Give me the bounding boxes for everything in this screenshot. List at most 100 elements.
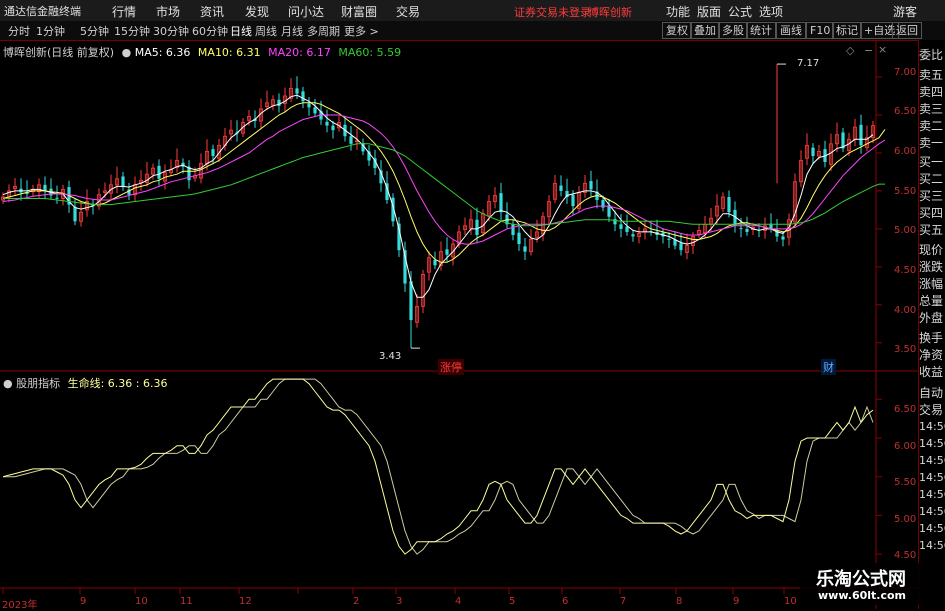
quote-sell1: 卖一 — [919, 136, 944, 150]
button-tongji[interactable]: 统计 — [746, 22, 776, 39]
period-fenshi[interactable]: 分时 — [8, 23, 30, 39]
candle-body — [55, 197, 59, 199]
candle-body — [121, 176, 125, 188]
y-tick-sub: 5.00 — [894, 514, 917, 525]
candle-body — [349, 136, 353, 144]
y-tick-main: 6.00 — [894, 146, 917, 157]
y-tick-main: 3.50 — [894, 344, 917, 355]
button-biaoji[interactable]: 标记 — [832, 22, 862, 39]
x-tick: 12 — [239, 596, 252, 607]
button-f10[interactable]: F10 — [806, 22, 835, 39]
x-tick: 4 — [455, 596, 462, 607]
lifeline-lag — [3, 378, 874, 555]
candle-body — [73, 206, 77, 222]
candle-body — [571, 194, 575, 207]
y-tick-sub: 6.50 — [894, 404, 917, 415]
candle-body — [667, 238, 671, 240]
period-more[interactable]: 更多 > — [344, 23, 379, 39]
candle-body — [157, 165, 161, 179]
time-3: 14:56 — [919, 454, 945, 467]
menu-gongshi[interactable]: 公式 — [728, 3, 752, 20]
quote-sell4: 卖四 — [919, 85, 944, 99]
candle-body — [859, 124, 863, 146]
y-tick-main: 4.50 — [894, 265, 917, 276]
menu-hangqing[interactable]: 行情 — [112, 3, 136, 20]
limit-up-tag[interactable]: 涨停 — [438, 359, 464, 375]
menu-gongneng[interactable]: 功能 — [666, 3, 690, 20]
guest-user[interactable]: 游客 — [893, 3, 917, 20]
sub-chart-legend: ● 股朋指标 生命线: 6.36 : 6.36 — [3, 375, 168, 391]
lifeline — [2, 378, 874, 555]
x-tick: 2 — [353, 596, 360, 607]
quote-buy4: 买四 — [919, 206, 944, 220]
period-weekly[interactable]: 周线 — [255, 23, 277, 39]
candle-body — [619, 224, 623, 229]
quote-change: 涨跌 — [919, 260, 944, 274]
menu-faxian[interactable]: 发现 — [245, 3, 269, 20]
y-tick-sub: 4.50 — [894, 550, 917, 561]
period-60min[interactable]: 60分钟 — [192, 23, 228, 39]
quote-net-asset: 净资 — [919, 348, 944, 362]
menu-caifuquan[interactable]: 财富圈 — [341, 3, 377, 20]
candle-body — [301, 91, 305, 102]
menu-zixun[interactable]: 资讯 — [200, 3, 224, 20]
quote-buy2: 买二 — [919, 172, 944, 186]
menu-jiaoyi[interactable]: 交易 — [396, 3, 420, 20]
finance-tag[interactable]: 财 — [821, 359, 836, 375]
menu-xuanxiang[interactable]: 选项 — [759, 3, 783, 20]
app-brand: 通达信金融终端 — [4, 5, 81, 18]
menu-shichang[interactable]: 市场 — [156, 3, 180, 20]
time-7: 14:56 — [919, 522, 945, 535]
period-multi[interactable]: 多周期 — [307, 23, 340, 39]
period-monthly[interactable]: 月线 — [281, 23, 303, 39]
quote-turnover: 换手 — [919, 331, 944, 345]
diamond-icon[interactable]: ◇ — [846, 44, 854, 57]
kline-chart[interactable] — [0, 40, 918, 609]
candle-body — [511, 224, 515, 235]
time-6: 14:56 — [919, 505, 945, 518]
y-tick-sub: 5.50 — [894, 477, 917, 488]
ma60-label: MA60: 5.59 — [338, 46, 402, 59]
period-1min[interactable]: 1分钟 — [36, 23, 65, 39]
trade-login-status[interactable]: 证券交易未登录 — [514, 4, 591, 20]
time-4: 14:56 — [919, 471, 945, 484]
y-tick-main: 6.50 — [894, 106, 917, 117]
y-tick-sub: 6.00 — [894, 441, 917, 452]
button-duogu[interactable]: 多股 — [718, 22, 748, 39]
button-back[interactable]: 返回 — [892, 22, 922, 39]
period-15min[interactable]: 15分钟 — [114, 23, 150, 39]
candle-body — [613, 219, 617, 225]
menu-banmian[interactable]: 版面 — [697, 3, 721, 20]
candle-body — [559, 185, 563, 191]
auto-trade-label[interactable]: 自动 — [919, 384, 943, 401]
candle-body — [475, 219, 479, 235]
trade-label[interactable]: 交易 — [919, 401, 943, 418]
chart-mode: (日线 前复权) — [47, 46, 115, 59]
menu-wenxiaoda[interactable]: 问小达 — [288, 3, 324, 20]
time-5: 14:56 — [919, 488, 945, 501]
legend-toggle-icon[interactable]: ● — [122, 46, 132, 59]
x-tick: 9 — [733, 596, 740, 607]
button-fuquan[interactable]: 复权 — [662, 22, 692, 39]
period-daily[interactable]: 日线 — [230, 23, 252, 39]
zoom-out-icon[interactable]: − — [864, 44, 873, 57]
indicator-toggle-icon[interactable]: ● — [3, 377, 13, 390]
period-30min[interactable]: 30分钟 — [153, 23, 189, 39]
x-tick: 5 — [509, 596, 516, 607]
quote-outer: 外盘 — [919, 311, 944, 325]
close-icon[interactable]: × — [878, 43, 887, 56]
button-diejia[interactable]: 叠加 — [690, 22, 720, 39]
ma20-label: MA20: 6.17 — [268, 46, 331, 59]
period-5min[interactable]: 5分钟 — [80, 23, 109, 39]
button-huaxian[interactable]: 画线 — [776, 22, 806, 39]
quote-sell3: 卖三 — [919, 102, 944, 116]
x-tick: 10 — [784, 596, 797, 607]
current-stock-link[interactable]: 博晖创新 — [588, 4, 632, 20]
site-watermark-logo: 乐淘公式网 www.60lt.com — [800, 563, 942, 605]
candle-body — [313, 107, 317, 114]
lifeline-label: 生命线: 6.36 : 6.36 — [67, 377, 168, 390]
candle-body — [745, 228, 749, 232]
ma5-label: MA5: 6.36 — [134, 46, 191, 59]
ma10-label: MA10: 6.31 — [197, 46, 261, 59]
candle-body — [679, 243, 683, 251]
